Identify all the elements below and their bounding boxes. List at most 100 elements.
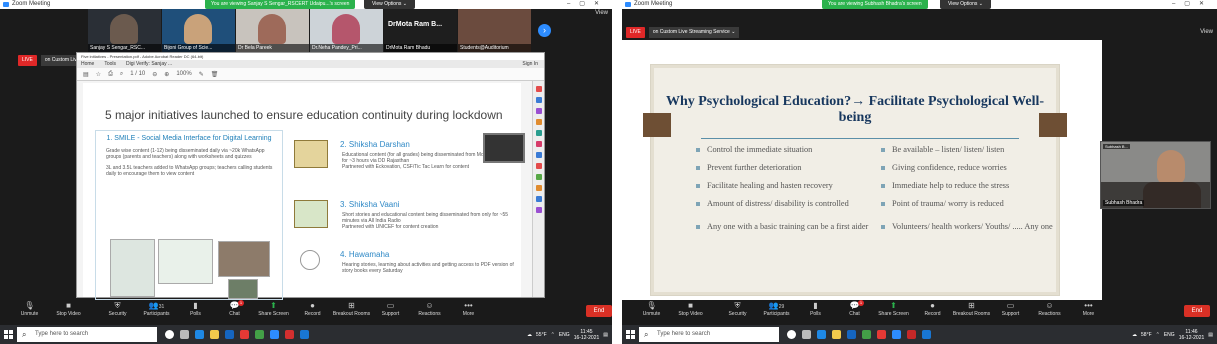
record-button[interactable]: ● Record xyxy=(293,300,332,325)
live-stream-text[interactable]: on Custom Live Streaming Service ⌄ xyxy=(648,27,740,38)
store-icon[interactable] xyxy=(847,330,856,339)
edge-icon[interactable] xyxy=(817,330,826,339)
window-controls[interactable]: –▢✕ xyxy=(567,0,608,9)
security-button[interactable]: ⛨ Security xyxy=(718,300,757,325)
notifications-icon[interactable]: ▤ xyxy=(1208,332,1213,338)
menu-tools[interactable]: Tools xyxy=(104,60,116,68)
video-mute-label: Subhash B... xyxy=(1103,144,1130,149)
weather-temp[interactable]: 55°F xyxy=(536,332,547,338)
delete-icon[interactable]: 🗑 xyxy=(211,71,219,78)
sign-in-link[interactable]: Sign In xyxy=(522,60,538,68)
end-button[interactable]: End xyxy=(586,305,612,317)
search-icon[interactable]: ⌕ xyxy=(120,71,123,78)
file-explorer-icon[interactable] xyxy=(210,330,219,339)
participant-tile[interactable]: Sanjay S Sengar_RSC... xyxy=(88,9,161,52)
word-icon[interactable] xyxy=(300,330,309,339)
reactions-button[interactable]: ☺ Reactions xyxy=(410,300,449,325)
system-tray: ☁ 58°F ⌃ ENG 11:46 16-12-2021 ▤ xyxy=(1132,329,1217,341)
initiative-title: 4. Hawamaha xyxy=(340,250,390,259)
tray-arrows-icon[interactable]: ⌃ xyxy=(551,332,555,338)
view-options-button[interactable]: View Options ⌄ xyxy=(940,0,991,9)
zoom-app-icon xyxy=(625,2,631,7)
participant-tile[interactable]: Dr Bela Pareek xyxy=(236,9,309,52)
security-button[interactable]: ⛨ Security xyxy=(98,300,137,325)
participant-tile[interactable]: Students@Auditorium xyxy=(458,9,531,52)
participant-tile[interactable]: Dr.Neha Pandey_Pri... xyxy=(310,9,383,52)
zoom-in-icon[interactable]: ⊕ xyxy=(164,71,169,78)
chat-badge: 1 xyxy=(858,300,864,306)
share-screen-button[interactable]: ⬆ Share Screen xyxy=(254,300,293,325)
zoom-taskbar-icon[interactable] xyxy=(892,330,901,339)
page-indicator[interactable]: 1 / 10 xyxy=(130,71,145,77)
notifications-icon[interactable]: ▤ xyxy=(603,332,608,338)
stop-video-button[interactable]: ■ Stop Video xyxy=(671,300,710,325)
zoom-level[interactable]: 100% xyxy=(176,71,191,77)
initiative-title: 2. Shiksha Darshan xyxy=(340,140,410,149)
word-icon[interactable] xyxy=(922,330,931,339)
stop-video-button[interactable]: ■ Stop Video xyxy=(49,300,88,325)
participant-tile[interactable]: DrMota Ram B... DrMota Ram Bhadu xyxy=(384,9,457,52)
view-options-button[interactable]: View Options ⌄ xyxy=(364,0,415,9)
bookmark-icon[interactable]: ☆ xyxy=(96,71,101,78)
task-view-icon[interactable] xyxy=(180,330,189,339)
comment-icon[interactable]: ✎ xyxy=(199,71,204,78)
polls-button[interactable]: ▮ Polls xyxy=(176,300,215,325)
chat-button[interactable]: 💬 1 Chat xyxy=(215,300,254,325)
cortana-icon[interactable] xyxy=(787,330,796,339)
end-button[interactable]: End xyxy=(1184,305,1210,317)
clock[interactable]: 11:45 16-12-2021 xyxy=(574,329,600,341)
print-icon[interactable]: ⎙ xyxy=(108,71,113,78)
weather-icon[interactable]: ☁ xyxy=(527,332,532,338)
weather-temp[interactable]: 58°F xyxy=(1141,332,1152,338)
weather-icon[interactable]: ☁ xyxy=(1132,332,1137,338)
live-stream-bar[interactable]: LIVEon Custom Live Streaming Service ⌄ xyxy=(626,27,740,38)
tray-arrows-icon[interactable]: ⌃ xyxy=(1156,332,1160,338)
chat-button[interactable]: 💬 1 Chat xyxy=(835,300,874,325)
tv-icon xyxy=(294,140,328,168)
unmute-button[interactable]: 🎙 Unmute xyxy=(10,300,49,325)
chrome-icon[interactable] xyxy=(862,330,871,339)
file-explorer-icon[interactable] xyxy=(832,330,841,339)
app-icon[interactable] xyxy=(877,330,886,339)
share-screen-button[interactable]: ⬆ Share Screen xyxy=(874,300,913,325)
task-view-icon[interactable] xyxy=(802,330,811,339)
language[interactable]: ENG xyxy=(1164,332,1175,338)
chrome-icon[interactable] xyxy=(255,330,264,339)
clock[interactable]: 11:46 16-12-2021 xyxy=(1179,329,1205,341)
more-button[interactable]: ••• More xyxy=(1069,300,1108,325)
acrobat-taskbar-icon[interactable] xyxy=(285,330,294,339)
app-icon[interactable] xyxy=(240,330,249,339)
support-button[interactable]: ▭ Support xyxy=(991,300,1030,325)
edge-icon[interactable] xyxy=(195,330,204,339)
view-button[interactable]: View xyxy=(1200,29,1213,35)
cortana-icon[interactable] xyxy=(165,330,174,339)
menu-home[interactable]: Home xyxy=(81,60,94,68)
polls-button[interactable]: ▮ Polls xyxy=(796,300,835,325)
taskbar-search-input[interactable]: Type here to search xyxy=(639,327,779,342)
zoom-out-icon[interactable]: ⊖ xyxy=(152,71,157,78)
view-button[interactable]: View xyxy=(595,10,608,16)
windows-start-icon[interactable] xyxy=(0,325,17,344)
next-participants-arrow-icon[interactable]: › xyxy=(538,24,551,37)
record-button[interactable]: ● Record xyxy=(913,300,952,325)
breakout-rooms-button[interactable]: ⊞ Breakout Rooms xyxy=(952,300,991,325)
speaker-video-tile[interactable]: Subhash B... Subhash Bhadra xyxy=(1100,141,1211,209)
participants-button[interactable]: 👥31 Participants xyxy=(137,300,176,325)
window-controls[interactable]: –▢✕ xyxy=(1172,0,1213,9)
zoom-taskbar-icon[interactable] xyxy=(270,330,279,339)
participants-button[interactable]: 👥29 Participants xyxy=(757,300,796,325)
taskbar-search-input[interactable]: Type here to search xyxy=(17,327,157,342)
powerpoint-icon[interactable] xyxy=(907,330,916,339)
language[interactable]: ENG xyxy=(559,332,570,338)
more-button[interactable]: ••• More xyxy=(449,300,488,325)
reactions-button[interactable]: ☺ Reactions xyxy=(1030,300,1069,325)
save-icon[interactable]: ▤ xyxy=(83,71,89,78)
taskbar-apps xyxy=(787,330,931,339)
unmute-button[interactable]: 🎙 Unmute xyxy=(632,300,671,325)
participant-tile[interactable]: Bijoni Group of Scie... xyxy=(162,9,235,52)
store-icon[interactable] xyxy=(225,330,234,339)
breakout-rooms-button[interactable]: ⊞ Breakout Rooms xyxy=(332,300,371,325)
windows-start-icon[interactable] xyxy=(622,325,639,344)
menu-document-tab[interactable]: Digi Verify: Sanjay ... xyxy=(126,60,172,68)
support-button[interactable]: ▭ Support xyxy=(371,300,410,325)
